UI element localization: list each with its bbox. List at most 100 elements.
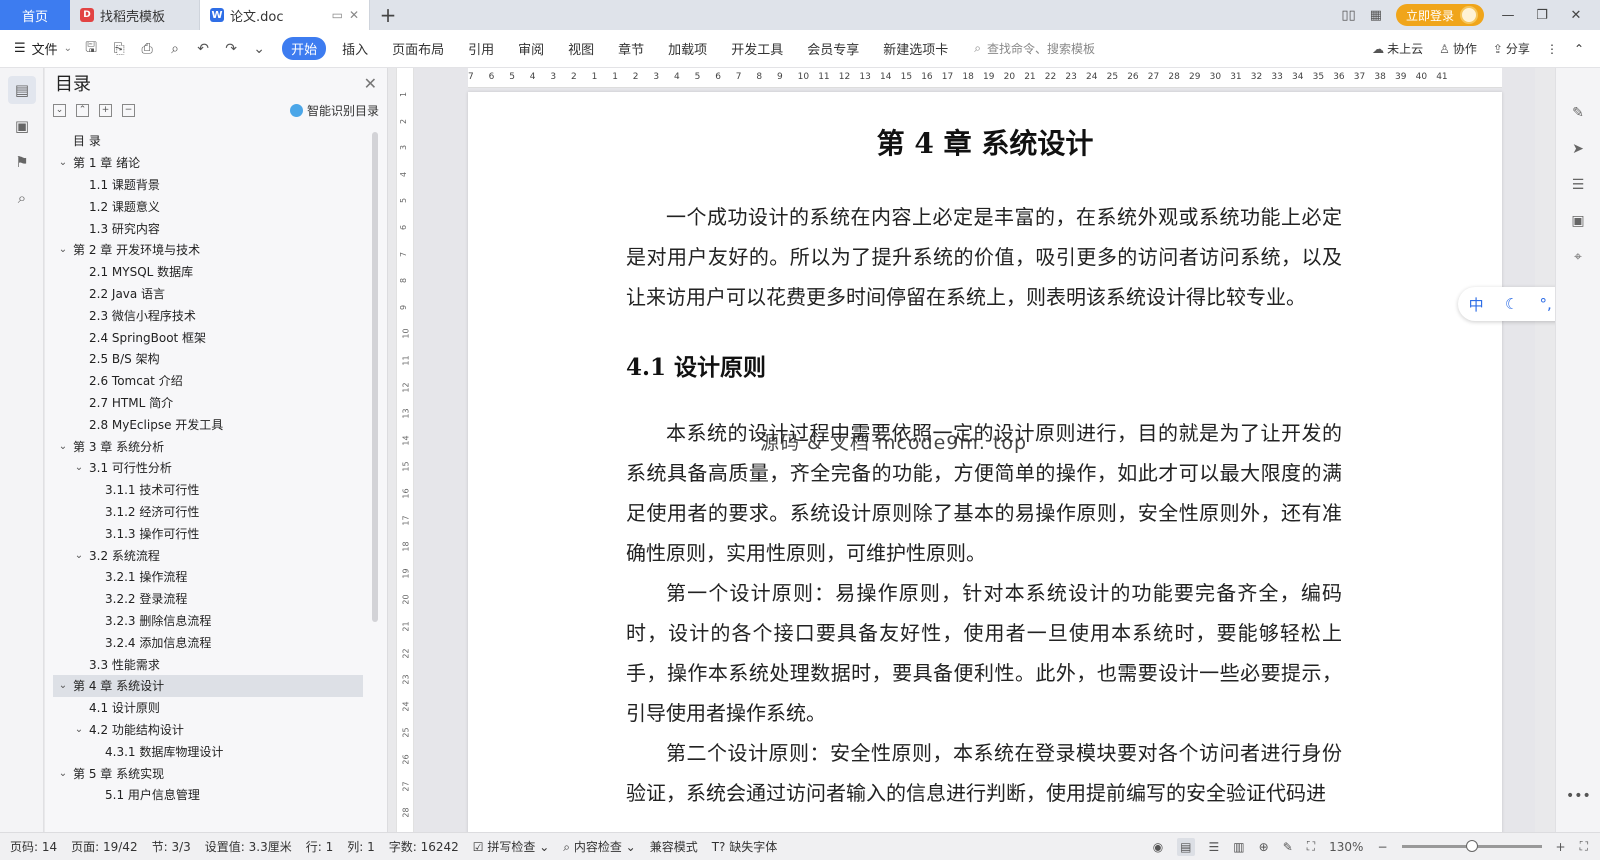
toc-item[interactable]: ⌄ 3.2 系统流程 [53, 544, 363, 566]
toc-item[interactable]: 3.2.4 添加信息流程 [53, 631, 363, 653]
toc-item[interactable]: 1.2 课题意义 [53, 195, 363, 217]
toc-item[interactable]: 2.8 MyEclipse 开发工具 [53, 413, 363, 435]
menu-insert[interactable]: 插入 [330, 39, 380, 58]
bookmark-icon[interactable]: ⚑ [8, 148, 36, 176]
toc-item[interactable]: ⌄ 3.1 可行性分析 [53, 457, 363, 479]
toc-item[interactable]: 2.5 B/S 架构 [53, 348, 363, 370]
collapse-ribbon-icon[interactable]: ⌃ [1574, 42, 1584, 56]
tab-template[interactable]: D 找稻壳模板 [70, 0, 200, 30]
new-tab-button[interactable]: + [370, 0, 406, 30]
toc-item[interactable]: 2.6 Tomcat 介绍 [53, 370, 363, 392]
toc-item[interactable]: 4.1 设计原则 [53, 697, 363, 719]
chevron-down-icon[interactable]: ⌄ [57, 680, 69, 691]
zoom-slider[interactable] [1401, 840, 1542, 852]
toc-item[interactable]: 2.4 SpringBoot 框架 [53, 326, 363, 348]
apps-grid-icon[interactable]: ▦ [1370, 8, 1382, 23]
zoom-level[interactable]: 130% [1329, 840, 1363, 854]
chevron-down-icon[interactable]: ⌄ [57, 768, 69, 779]
toc-item[interactable]: ⌄ 第 2 章 开发环境与技术 [53, 239, 363, 261]
page-view-icon[interactable]: ▤ [1177, 837, 1195, 856]
menu-addins[interactable]: 加载项 [656, 39, 719, 58]
outline-view-icon[interactable]: ☰ [1209, 840, 1220, 854]
toc-item[interactable]: ⌄ 第 1 章 绪论 [53, 152, 363, 174]
login-button[interactable]: 立即登录 [1395, 4, 1484, 26]
image-tools-icon[interactable]: ▣ [1565, 208, 1591, 234]
status-word-count[interactable]: 字数: 16242 [389, 838, 459, 855]
toc-item[interactable]: 1.3 研究内容 [53, 217, 363, 239]
chevron-down-icon[interactable]: ⌄ [57, 441, 69, 452]
menu-developer[interactable]: 开发工具 [719, 39, 795, 58]
web-view-icon[interactable]: ⊕ [1259, 840, 1269, 854]
status-pages[interactable]: 页面: 19/42 [71, 838, 137, 855]
export-pdf-icon[interactable]: ⎘ [110, 41, 128, 57]
chapter-nav-icon[interactable]: ▣ [8, 112, 36, 140]
toc-item[interactable]: 2.2 Java 语言 [53, 283, 363, 305]
location-icon[interactable]: ⌖ [1565, 244, 1591, 270]
remove-heading-icon[interactable]: − [122, 103, 135, 117]
toc-item[interactable]: 1.1 课题背景 [53, 174, 363, 196]
toc-item[interactable]: 3.2.3 删除信息流程 [53, 610, 363, 632]
close-icon[interactable]: ✕ [364, 74, 377, 93]
toc-item[interactable]: 3.1.3 操作可行性 [53, 522, 363, 544]
toc-item[interactable]: ⌄ 第 4 章 系统设计 [53, 674, 363, 697]
toc-item[interactable]: 3.1.2 经济可行性 [53, 501, 363, 523]
menu-new-tab[interactable]: 新建选项卡 [871, 39, 960, 58]
missing-font-button[interactable]: T? 缺失字体 [712, 838, 778, 855]
toc-item[interactable]: 2.3 微信小程序技术 [53, 304, 363, 326]
file-menu[interactable]: ☰ 文件 ⌄ [14, 39, 72, 58]
toc-item[interactable]: ⌄ 4.2 功能结构设计 [53, 719, 363, 741]
more-horizontal-icon[interactable]: ••• [1566, 788, 1591, 804]
menu-review[interactable]: 审阅 [506, 39, 556, 58]
menu-home[interactable]: 开始 [282, 37, 327, 60]
layout-icon[interactable]: ▯▯ [1341, 8, 1355, 23]
minimize-icon[interactable]: — [1498, 8, 1518, 23]
search-icon[interactable]: ⌕ [8, 184, 36, 212]
menu-references[interactable]: 引用 [456, 39, 506, 58]
document-page[interactable]: 第 4 章 系统设计 一个成功设计的系统在内容上必定是丰富的，在系统外观或系统功… [468, 92, 1502, 832]
toc-panel-icon[interactable]: ▤ [8, 76, 36, 104]
status-section[interactable]: 节: 3/3 [152, 838, 191, 855]
tab-home[interactable]: 首页 [0, 0, 70, 30]
toc-item[interactable]: 5.1 用户信息管理 [53, 784, 363, 806]
toc-item[interactable]: 4.3.1 数据库物理设计 [53, 740, 363, 762]
status-page-number[interactable]: 页码: 14 [10, 838, 57, 855]
cloud-status[interactable]: ☁ 未上云 [1372, 40, 1423, 57]
toc-scrollbar[interactable] [372, 132, 378, 622]
command-search[interactable]: ⌕ 查找命令、搜索模板 [974, 40, 1095, 57]
collapse-all-icon[interactable]: ⌄ [53, 103, 66, 117]
print-preview-icon[interactable]: ⌕ [166, 41, 184, 57]
reading-view-icon[interactable]: ▥ [1233, 840, 1244, 854]
status-setting[interactable]: 设置值: 3.3厘米 [205, 838, 292, 855]
toc-item[interactable]: ⌄ 第 5 章 系统实现 [53, 762, 363, 784]
menu-chapter[interactable]: 章节 [606, 39, 656, 58]
toc-item[interactable]: 3.1.1 技术可行性 [53, 479, 363, 501]
fit-page-icon[interactable]: ⛶ [1307, 839, 1315, 854]
zoom-slider-thumb[interactable] [1465, 840, 1478, 852]
sliders-icon[interactable]: ☰ [1565, 172, 1591, 198]
select-icon[interactable]: ➤ [1565, 136, 1591, 162]
toc-item[interactable]: ⌄ 第 3 章 系统分析 [53, 435, 363, 457]
moon-icon[interactable]: ☾ [1505, 295, 1518, 313]
close-window-icon[interactable]: ✕ [1566, 8, 1586, 23]
content-check-button[interactable]: ⌕ 内容检查 ⌄ [563, 838, 635, 855]
pen-icon[interactable]: ✎ [1565, 100, 1591, 126]
toc-item[interactable]: 目 录 [53, 130, 363, 152]
spell-check-button[interactable]: ☑ 拼写检查 ⌄ [473, 838, 549, 855]
fullscreen-icon[interactable]: ⛶ [1580, 839, 1588, 854]
toc-item[interactable]: 3.3 性能需求 [53, 653, 363, 675]
undo-icon[interactable]: ↶ [194, 41, 212, 57]
toc-item[interactable]: 2.7 HTML 简介 [53, 392, 363, 414]
add-heading-icon[interactable]: + [99, 103, 112, 117]
close-tab-icon[interactable]: ✕ [349, 8, 359, 22]
toc-item[interactable]: 2.1 MYSQL 数据库 [53, 261, 363, 283]
zoom-out-icon[interactable]: − [1377, 840, 1387, 854]
menu-page-layout[interactable]: 页面布局 [380, 39, 456, 58]
chevron-down-icon[interactable]: ⌄ [73, 550, 85, 561]
save-icon[interactable]: 🖫 [82, 37, 100, 61]
punctuation-icon[interactable]: °, [1539, 295, 1551, 313]
toc-item[interactable]: 3.2.1 操作流程 [53, 566, 363, 588]
eye-protection-icon[interactable]: ◉ [1153, 840, 1163, 854]
restore-icon[interactable]: ❐ [1532, 8, 1552, 23]
chevron-down-icon[interactable]: ⌄ [57, 244, 69, 255]
customize-icon[interactable]: ⌄ [250, 41, 268, 57]
